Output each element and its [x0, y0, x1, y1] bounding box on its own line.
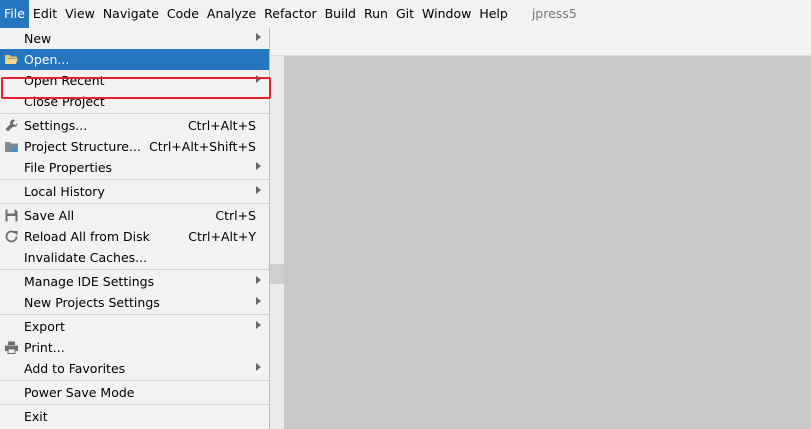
menu-item-manage-ide-settings[interactable]: Manage IDE Settings: [0, 271, 269, 292]
menu-navigate[interactable]: Navigate: [99, 0, 163, 28]
menu-item-new[interactable]: New: [0, 28, 269, 49]
menu-analyze[interactable]: Analyze: [203, 0, 260, 28]
menu-item-label: New Projects Settings: [24, 295, 160, 310]
menu-item-label: Reload All from Disk: [24, 229, 150, 244]
shortcut-label: Ctrl+Alt+Shift+S: [149, 139, 256, 154]
project-title: jpress5: [531, 6, 577, 21]
menu-item-local-history[interactable]: Local History: [0, 181, 269, 202]
menu-item-add-to-favorites[interactable]: Add to Favorites: [0, 358, 269, 379]
menu-separator: [0, 179, 269, 180]
menu-run[interactable]: Run: [360, 0, 392, 28]
menu-separator: [0, 404, 269, 405]
menu-item-save-all[interactable]: Save All Ctrl+S: [0, 205, 269, 226]
menu-item-label: Open...: [24, 52, 70, 67]
menu-file[interactable]: File: [0, 0, 29, 28]
menu-item-label: Add to Favorites: [24, 361, 126, 376]
file-menu-dropdown: New Open... Open Recent Close Project Se…: [0, 28, 271, 429]
project-structure-icon: [4, 139, 19, 154]
menu-item-open[interactable]: Open...: [0, 49, 269, 70]
printer-icon: [4, 340, 19, 355]
menu-refactor[interactable]: Refactor: [260, 0, 320, 28]
submenu-arrow-icon: [256, 276, 261, 284]
menu-item-label: Export: [24, 319, 65, 334]
menu-item-close-project[interactable]: Close Project: [0, 91, 269, 112]
menu-item-label: Local History: [24, 184, 105, 199]
menu-view[interactable]: View: [61, 0, 99, 28]
editor-area: [284, 56, 811, 429]
menu-item-label: File Properties: [24, 160, 113, 175]
menu-item-file-properties[interactable]: File Properties: [0, 157, 269, 178]
menu-item-project-structure[interactable]: Project Structure... Ctrl+Alt+Shift+S: [0, 136, 269, 157]
menu-build[interactable]: Build: [321, 0, 360, 28]
menu-item-label: Save All: [24, 208, 75, 223]
menu-item-reload-all[interactable]: Reload All from Disk Ctrl+Alt+Y: [0, 226, 269, 247]
scroll-gutter: [270, 56, 284, 429]
menu-item-label: Print...: [24, 340, 65, 355]
submenu-arrow-icon: [256, 321, 261, 329]
submenu-arrow-icon: [256, 297, 261, 305]
menu-item-new-projects-settings[interactable]: New Projects Settings: [0, 292, 269, 313]
menu-separator: [0, 380, 269, 381]
menu-item-power-save-mode[interactable]: Power Save Mode: [0, 382, 269, 403]
menu-item-label: Invalidate Caches...: [24, 250, 148, 265]
menu-item-label: Open Recent: [24, 73, 105, 88]
shortcut-label: Ctrl+Alt+S: [187, 118, 256, 133]
shortcut-label: Ctrl+S: [215, 208, 256, 223]
toolbar-strip: [270, 28, 811, 56]
menu-item-label: New: [24, 31, 52, 46]
menu-item-invalidate-caches[interactable]: Invalidate Caches...: [0, 247, 269, 268]
submenu-arrow-icon: [256, 186, 261, 194]
menu-help[interactable]: Help: [475, 0, 512, 28]
menu-item-label: Power Save Mode: [24, 385, 135, 400]
submenu-arrow-icon: [256, 363, 261, 371]
menu-item-label: Project Structure...: [24, 139, 141, 154]
menu-separator: [0, 203, 269, 204]
menu-separator: [0, 113, 269, 114]
menu-git[interactable]: Git: [392, 0, 418, 28]
menu-separator: [0, 269, 269, 270]
menu-separator: [0, 314, 269, 315]
menu-item-settings[interactable]: Settings... Ctrl+Alt+S: [0, 115, 269, 136]
menu-item-exit[interactable]: Exit: [0, 406, 269, 427]
menu-item-open-recent[interactable]: Open Recent: [0, 70, 269, 91]
menu-window[interactable]: Window: [418, 0, 475, 28]
submenu-arrow-icon: [256, 33, 261, 41]
submenu-arrow-icon: [256, 75, 261, 83]
wrench-icon: [4, 118, 19, 133]
menu-code[interactable]: Code: [163, 0, 203, 28]
menu-item-label: Settings...: [24, 118, 88, 133]
scroll-thumb[interactable]: [270, 264, 284, 284]
menu-item-label: Exit: [24, 409, 48, 424]
menu-item-export[interactable]: Export: [0, 316, 269, 337]
save-icon: [4, 208, 19, 223]
menu-item-print[interactable]: Print...: [0, 337, 269, 358]
menu-item-label: Close Project: [24, 94, 105, 109]
folder-open-icon: [4, 52, 19, 67]
menu-item-label: Manage IDE Settings: [24, 274, 155, 289]
submenu-arrow-icon: [256, 162, 261, 170]
shortcut-label: Ctrl+Alt+Y: [188, 229, 256, 244]
reload-icon: [4, 229, 19, 244]
menu-bar: File Edit View Navigate Code Analyze Ref…: [0, 0, 811, 28]
menu-edit[interactable]: Edit: [29, 0, 61, 28]
